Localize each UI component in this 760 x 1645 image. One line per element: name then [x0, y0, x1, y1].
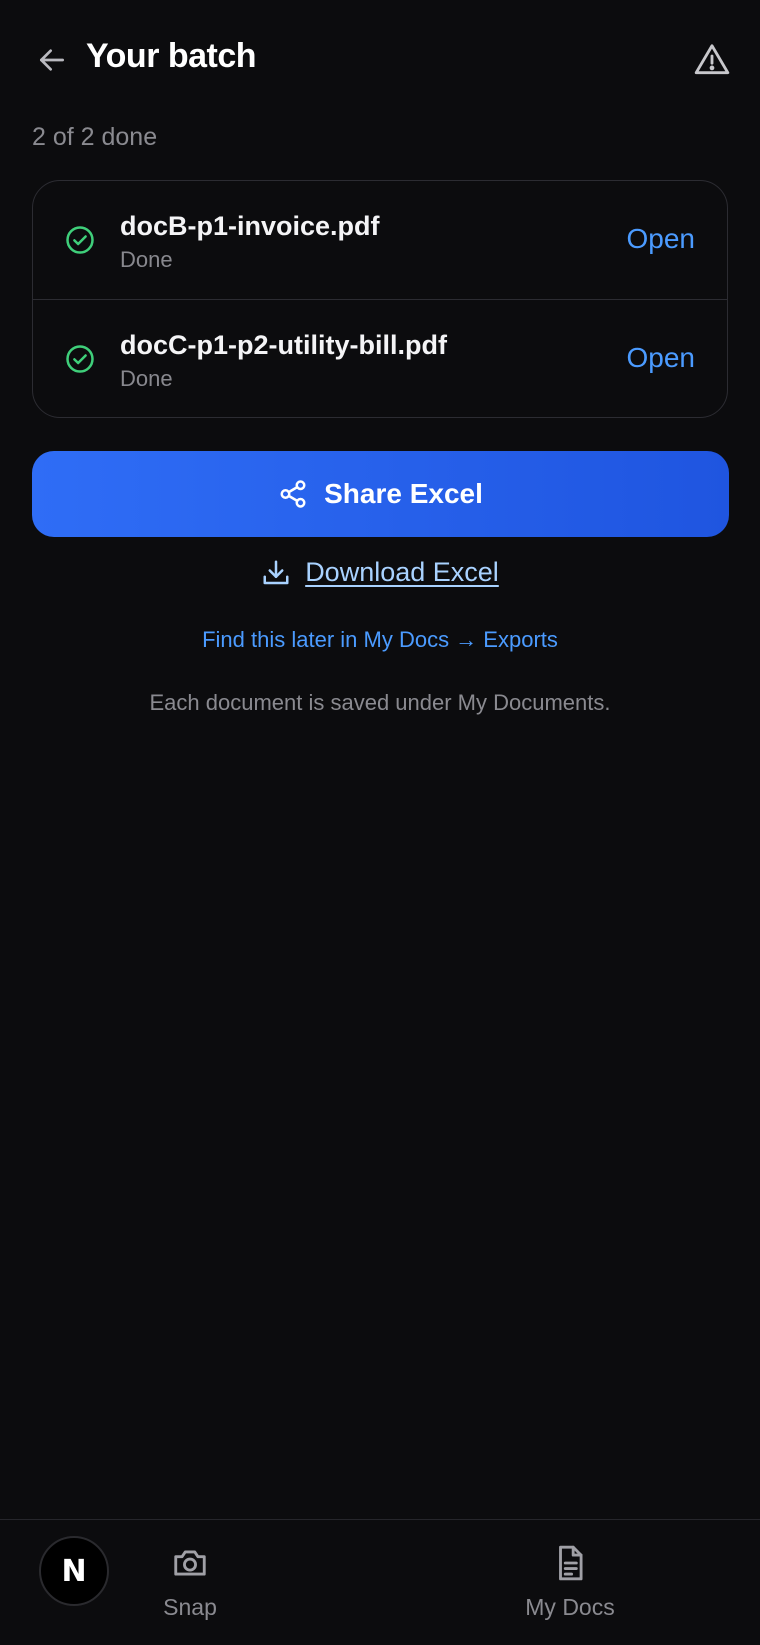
nav-item-my-docs[interactable]: My Docs [512, 1544, 628, 1621]
download-icon [263, 560, 289, 584]
batch-progress-text: 2 of 2 done [32, 123, 158, 151]
exports-location-link[interactable]: Find this later in My Docs → Exports [0, 627, 760, 653]
file-row: docC-p1-p2-utility-bill.pdf Done Open [33, 299, 727, 417]
camera-icon [174, 1550, 206, 1576]
file-row: docB-p1-invoice.pdf Done Open [33, 181, 727, 299]
bottom-nav [0, 1519, 760, 1645]
nav-item-label: My Docs [525, 1594, 615, 1620]
file-list: docB-p1-invoice.pdf Done Open docC-p1-p2… [32, 180, 728, 418]
open-file-button[interactable]: Open [627, 342, 696, 374]
document-icon [559, 1545, 583, 1581]
check-circle-icon [66, 226, 94, 254]
file-status: Done [120, 366, 173, 391]
avatar[interactable]: N [39, 1536, 109, 1606]
back-button[interactable] [32, 40, 72, 80]
report-issue-button[interactable] [690, 38, 734, 82]
warning-triangle-icon [694, 44, 730, 75]
file-status: Done [120, 247, 173, 272]
page-title: Your batch [86, 37, 257, 75]
download-excel-label: Download Excel [305, 557, 499, 587]
header: Your batch [0, 0, 760, 120]
saved-documents-note: Each document is saved under My Document… [149, 690, 611, 715]
nav-item-snap[interactable]: Snap [150, 1544, 230, 1621]
file-name: docB-p1-invoice.pdf [120, 211, 380, 241]
avatar-letter: N [61, 1553, 87, 1589]
arrow-left-icon [40, 49, 64, 71]
open-file-button[interactable]: Open [627, 223, 696, 255]
download-excel-link[interactable]: Download Excel [0, 557, 760, 588]
share-icon [280, 480, 306, 508]
share-excel-label: Share Excel [324, 478, 483, 509]
nav-item-label: Snap [163, 1594, 217, 1620]
share-excel-button[interactable]: Share Excel [32, 451, 729, 537]
check-circle-icon [66, 345, 94, 373]
file-name: docC-p1-p2-utility-bill.pdf [120, 330, 447, 360]
